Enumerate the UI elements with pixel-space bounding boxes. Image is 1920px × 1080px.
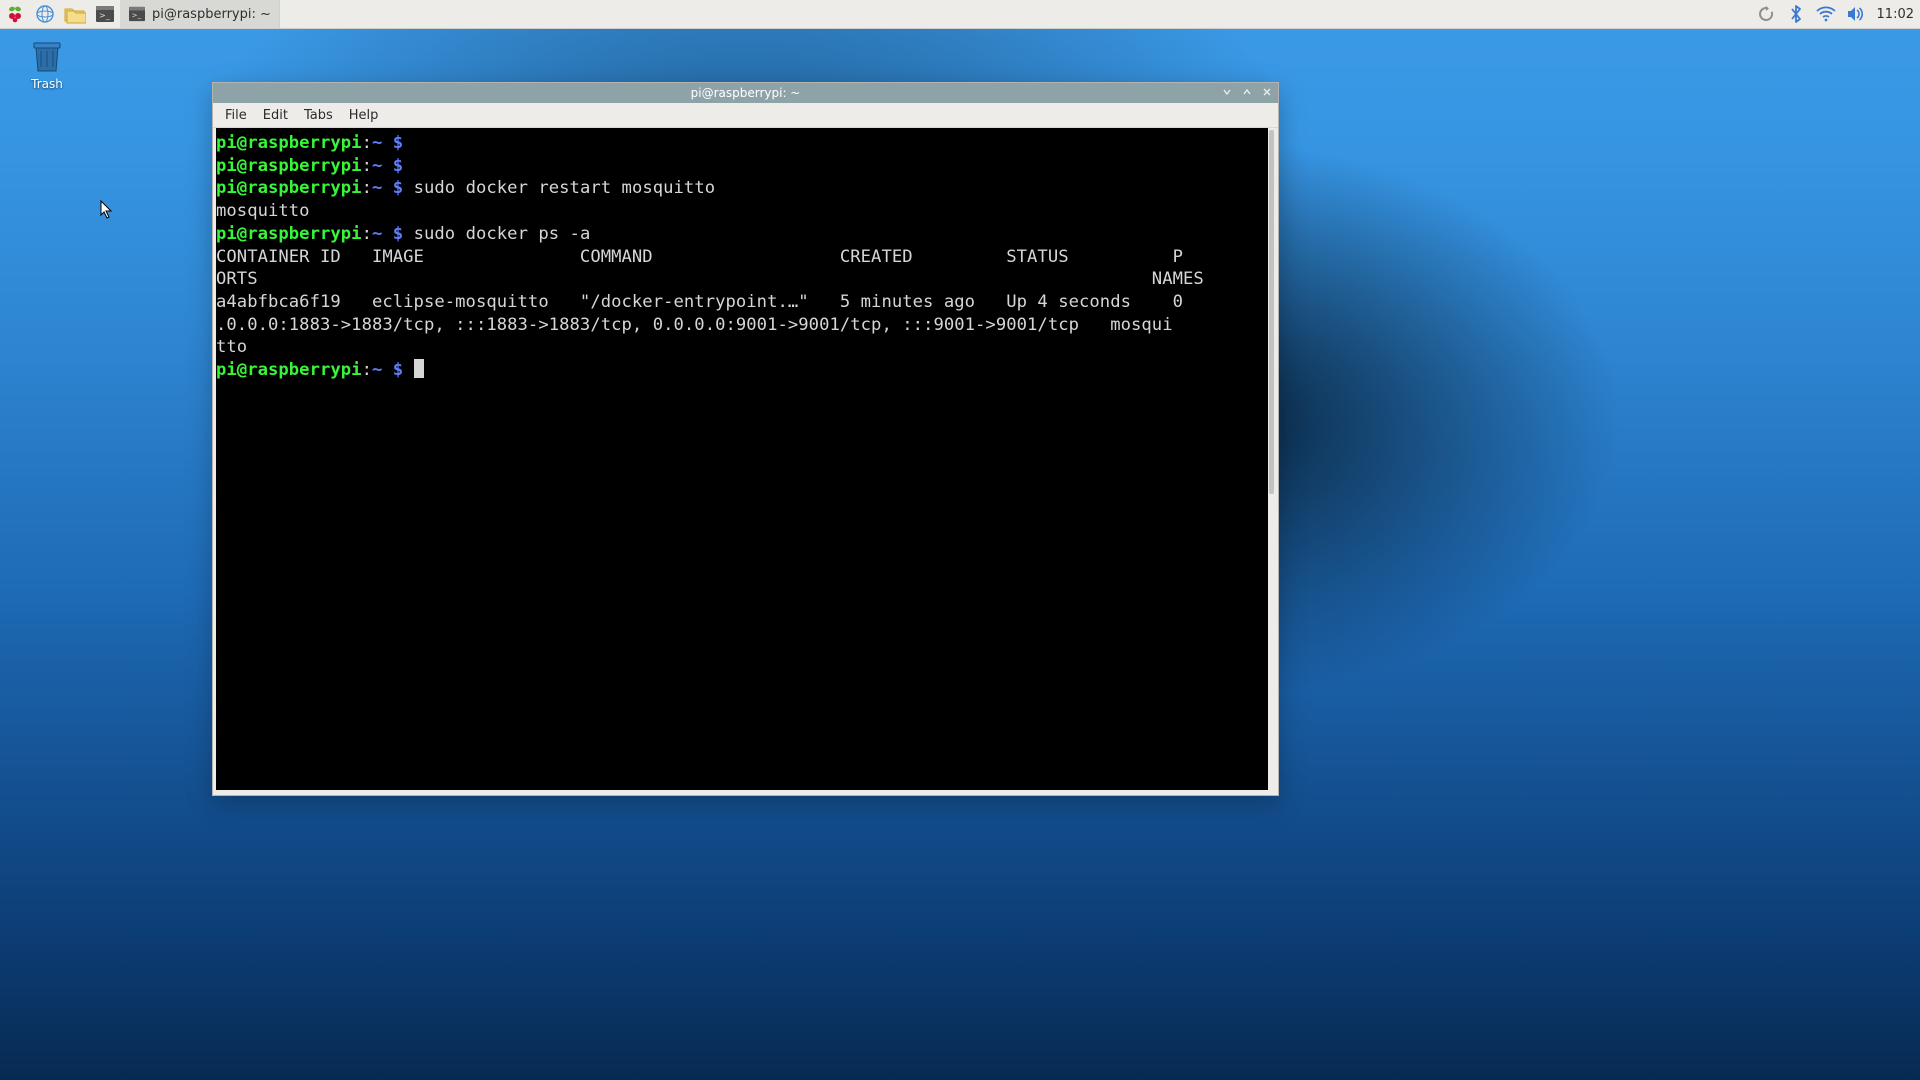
file-manager-launcher[interactable] <box>60 0 90 28</box>
svg-text:>_: >_ <box>99 11 111 20</box>
svg-text:>_: >_ <box>132 11 142 20</box>
volume-icon[interactable] <box>1845 3 1867 25</box>
terminal-scrollbar[interactable] <box>1268 128 1275 790</box>
menu-file[interactable]: File <box>219 106 253 125</box>
bluetooth-icon[interactable] <box>1785 3 1807 25</box>
window-close-button[interactable] <box>1260 87 1274 100</box>
desktop-trash[interactable]: Trash <box>12 35 82 91</box>
window-titlebar[interactable]: pi@raspberrypi: ~ <box>213 83 1278 103</box>
taskbar-clock[interactable]: 11:02 <box>1877 7 1914 22</box>
terminal-scrollbar-thumb[interactable] <box>1269 130 1274 494</box>
window-minimize-button[interactable] <box>1220 87 1234 100</box>
terminal-launcher[interactable]: >_ <box>90 0 120 28</box>
taskbar-terminal-window[interactable]: >_ pi@raspberrypi: ~ <box>120 0 280 28</box>
browser-launcher[interactable] <box>30 0 60 28</box>
terminal-window: pi@raspberrypi: ~ File Edit Tabs Help pi… <box>212 82 1279 796</box>
wifi-icon[interactable] <box>1815 3 1837 25</box>
menu-edit[interactable]: Edit <box>257 106 294 125</box>
task-label: pi@raspberrypi: ~ <box>152 7 271 22</box>
updates-icon[interactable] <box>1755 3 1777 25</box>
window-title: pi@raspberrypi: ~ <box>691 86 801 100</box>
mouse-cursor-icon <box>100 200 114 220</box>
menu-tabs[interactable]: Tabs <box>298 106 339 125</box>
start-menu-button[interactable] <box>0 0 30 28</box>
menu-help[interactable]: Help <box>343 106 385 125</box>
window-maximize-button[interactable] <box>1240 87 1254 100</box>
terminal-menubar: File Edit Tabs Help <box>213 103 1278 128</box>
taskbar: >_ >_ pi@raspberrypi: ~ 11:02 <box>0 0 1920 29</box>
terminal-body[interactable]: pi@raspberrypi:~ $ pi@raspberrypi:~ $ pi… <box>216 128 1268 790</box>
desktop-trash-label: Trash <box>12 77 82 91</box>
